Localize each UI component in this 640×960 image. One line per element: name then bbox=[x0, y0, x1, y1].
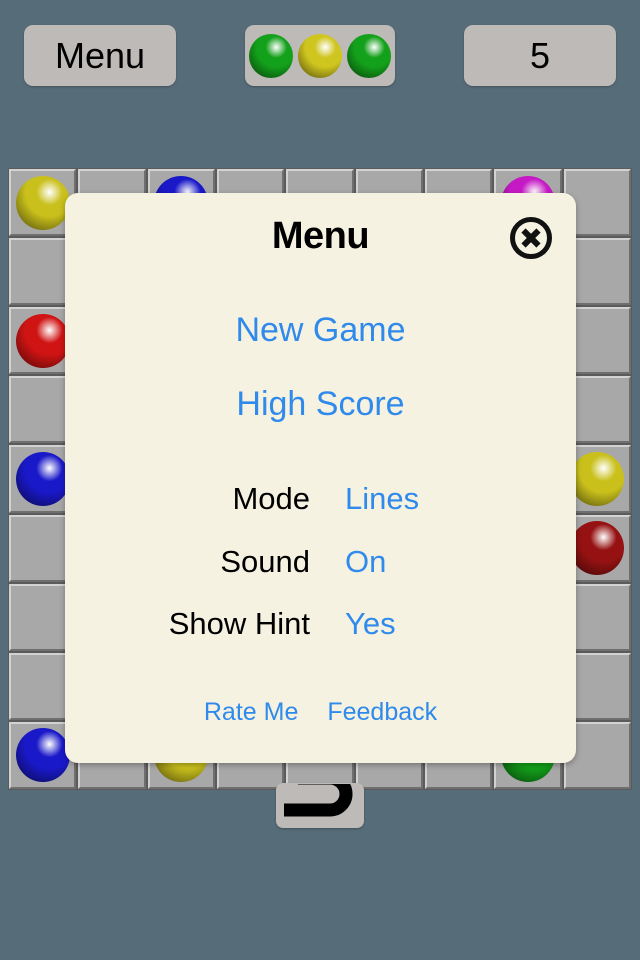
setting-label-sound: Sound bbox=[220, 544, 310, 579]
undo-arrow-icon bbox=[278, 783, 362, 828]
setting-row-show-hint: Show Hint Yes bbox=[65, 603, 576, 645]
setting-label-show-hint: Show Hint bbox=[168, 606, 310, 641]
blue-ball[interactable] bbox=[15, 451, 70, 506]
close-circle-icon bbox=[509, 216, 553, 260]
dialog-bottom-links: Rate Me Feedback bbox=[65, 698, 576, 727]
next-balls-preview bbox=[245, 25, 395, 86]
yellow-ball bbox=[298, 33, 342, 78]
setting-row-sound: Sound On bbox=[65, 541, 576, 583]
top-bar: Menu 5 bbox=[0, 0, 640, 110]
high-score-label: High Score bbox=[236, 385, 405, 423]
menu-dialog: Menu New Game High Score Mode Lines Soun… bbox=[65, 193, 576, 763]
new-game-label: New Game bbox=[235, 311, 406, 349]
green-ball bbox=[249, 33, 293, 78]
dark-red-ball[interactable] bbox=[570, 521, 625, 576]
new-game-button[interactable]: New Game bbox=[65, 311, 576, 350]
rate-me-link[interactable]: Rate Me bbox=[204, 698, 298, 727]
red-ball[interactable] bbox=[15, 313, 70, 368]
yellow-ball[interactable] bbox=[570, 451, 625, 506]
setting-label-mode: Mode bbox=[232, 481, 310, 516]
green-ball bbox=[347, 33, 391, 78]
setting-value-sound[interactable]: On bbox=[345, 544, 386, 580]
close-button[interactable] bbox=[509, 216, 553, 260]
undo-button[interactable] bbox=[276, 783, 364, 828]
yellow-ball[interactable] bbox=[15, 175, 70, 230]
menu-button[interactable]: Menu bbox=[24, 25, 176, 86]
high-score-button[interactable]: High Score bbox=[65, 385, 576, 424]
dialog-title: Menu bbox=[271, 215, 370, 257]
setting-row-mode: Mode Lines bbox=[65, 478, 576, 520]
score-display: 5 bbox=[464, 25, 616, 86]
setting-value-mode[interactable]: Lines bbox=[345, 481, 419, 517]
feedback-link[interactable]: Feedback bbox=[327, 698, 437, 727]
blue-ball[interactable] bbox=[15, 728, 70, 783]
menu-button-label: Menu bbox=[54, 34, 146, 76]
setting-value-show-hint[interactable]: Yes bbox=[345, 606, 396, 642]
score-value: 5 bbox=[529, 34, 551, 76]
